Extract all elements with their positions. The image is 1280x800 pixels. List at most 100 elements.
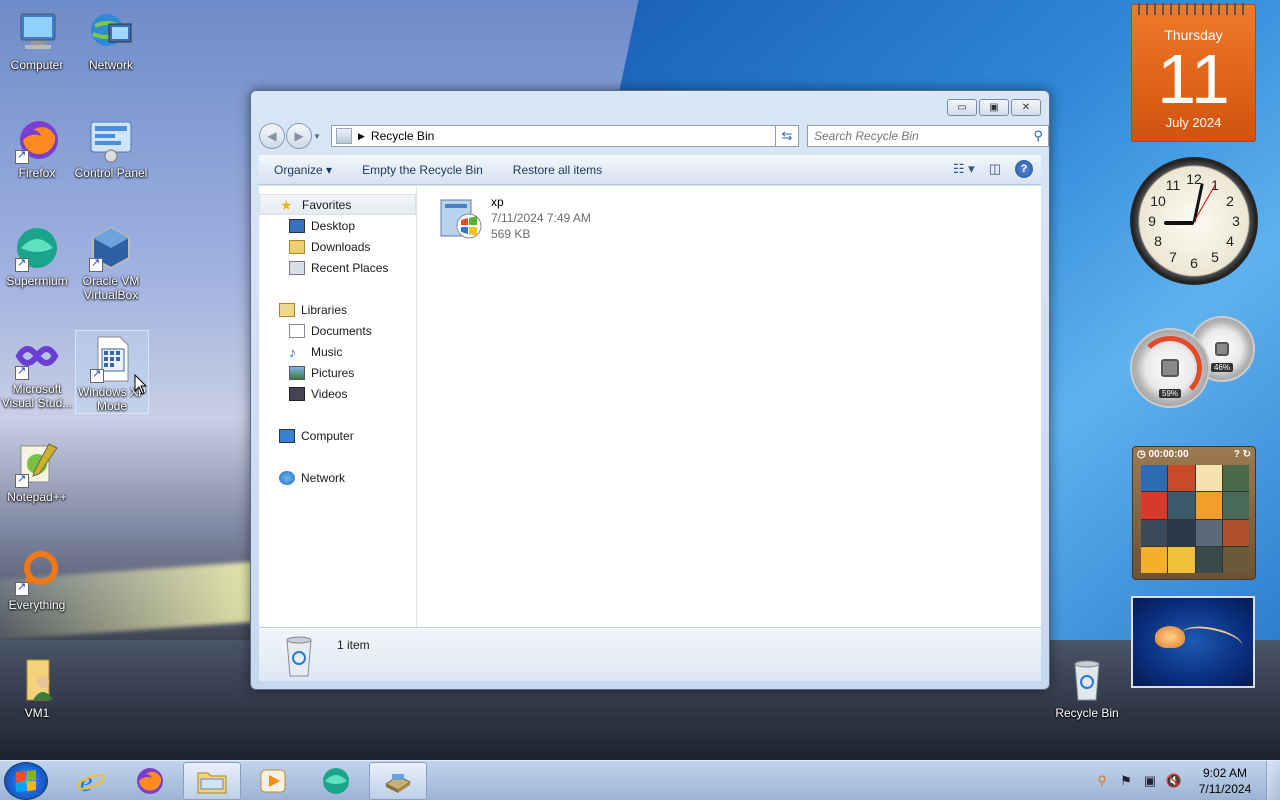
picture-puzzle-gadget[interactable]: ◷ 00:00:00 ? ↻ xyxy=(1132,446,1256,580)
nav-videos[interactable]: Videos xyxy=(259,383,416,404)
clock-numeral: 11 xyxy=(1165,177,1181,193)
firefox-icon xyxy=(137,768,163,794)
volume-muted-icon[interactable]: 🔇 xyxy=(1164,771,1184,791)
minimize-button[interactable]: ▭ xyxy=(947,99,977,116)
nav-recent-places[interactable]: Recent Places xyxy=(259,257,416,278)
breadcrumb-chevron-icon[interactable]: ▶ xyxy=(358,131,365,142)
preview-pane-icon[interactable]: ◫ xyxy=(989,161,1001,177)
refresh-icon: ⇆ xyxy=(781,128,793,143)
desktop-icon-firefox[interactable]: Firefox xyxy=(0,112,74,180)
clock-numeral: 7 xyxy=(1169,249,1177,265)
nav-computer[interactable]: Computer xyxy=(259,425,416,446)
desktop-icon-network[interactable]: Network xyxy=(74,4,148,72)
puzzle-tile[interactable] xyxy=(1141,492,1168,519)
nav-desktop[interactable]: Desktop xyxy=(259,215,416,236)
file-item-xp[interactable]: xp 7/11/2024 7:49 AM 569 KB xyxy=(437,194,591,242)
search-tray-icon[interactable]: ⚲ xyxy=(1092,771,1112,791)
desktop-icon-virtualbox[interactable]: Oracle VM VirtualBox xyxy=(74,220,148,302)
puzzle-tile[interactable] xyxy=(1141,546,1168,573)
desktop-icon-supermium[interactable]: Supermium xyxy=(0,220,74,288)
recent-places-icon xyxy=(289,260,305,275)
recycle-bin-window: ▭ ▣ ✕ ◀ ▶ ▼ ▶ Recycle Bin ▼ ⇆ ⚲ Organize… xyxy=(250,90,1050,690)
search-box: ⚲ xyxy=(807,125,1049,147)
back-button[interactable]: ◀ xyxy=(259,123,285,149)
desktop-icon-label: Network xyxy=(88,58,133,72)
close-button[interactable]: ✕ xyxy=(1011,99,1041,116)
puzzle-controls-icon[interactable]: ? ↻ xyxy=(1234,449,1251,460)
calendar-gadget[interactable]: Thursday 11 July 2024 xyxy=(1131,3,1256,142)
refresh-button[interactable]: ⇆ xyxy=(775,125,799,147)
back-arrow-icon: ◀ xyxy=(267,129,277,143)
nav-libraries[interactable]: Libraries xyxy=(259,299,416,320)
cpu-meter-gadget[interactable]: 59% xyxy=(1130,328,1210,408)
jellyfish-tentacles xyxy=(1179,621,1245,659)
nav-downloads[interactable]: Downloads xyxy=(259,236,416,257)
nav-favorites[interactable]: ★ Favorites xyxy=(259,194,416,215)
network-tray-icon[interactable]: ▣ xyxy=(1140,771,1160,791)
organize-button[interactable]: Organize ▾ xyxy=(259,163,347,177)
change-view-icon[interactable]: ☷ ▾ xyxy=(953,161,975,177)
taskbar-windows-xp-mode[interactable] xyxy=(369,762,427,800)
nav-network[interactable]: Network xyxy=(259,467,416,488)
slideshow-gadget[interactable] xyxy=(1131,596,1255,688)
puzzle-tile[interactable] xyxy=(1168,465,1195,492)
taskbar-internet-explorer[interactable]: e xyxy=(62,762,120,800)
action-center-flag-icon[interactable]: ⚑ xyxy=(1116,771,1136,791)
desktop-icon-computer[interactable]: Computer xyxy=(0,4,74,72)
puzzle-tile[interactable] xyxy=(1222,546,1249,573)
desktop-icon-everything[interactable]: Everything xyxy=(0,544,74,612)
desktop-icon-control-panel[interactable]: Control Panel xyxy=(74,112,148,180)
recent-pages-dropdown[interactable]: ▼ xyxy=(313,132,323,141)
nav-pictures[interactable]: Pictures xyxy=(259,362,416,383)
forward-button[interactable]: ▶ xyxy=(286,123,312,149)
empty-recycle-bin-button[interactable]: Empty the Recycle Bin xyxy=(347,163,498,177)
address-bar[interactable]: ▶ Recycle Bin ▼ xyxy=(331,125,795,147)
help-icon[interactable]: ? xyxy=(1015,160,1033,178)
nav-documents[interactable]: Documents xyxy=(259,320,416,341)
puzzle-tile[interactable] xyxy=(1168,492,1195,519)
visual-studio-icon xyxy=(13,332,61,380)
network-small-icon xyxy=(279,470,295,485)
puzzle-tile[interactable] xyxy=(1195,546,1222,573)
computer-small-icon xyxy=(279,428,295,443)
taskbar-clock[interactable]: 9:02 AM 7/11/2024 xyxy=(1190,765,1260,797)
taskbar-supermium[interactable] xyxy=(307,762,365,800)
taskbar-media-player[interactable] xyxy=(244,762,302,800)
nav-music[interactable]: ♪ Music xyxy=(259,341,416,362)
file-date: 7/11/2024 7:49 AM xyxy=(491,211,591,225)
search-input[interactable] xyxy=(814,129,1014,143)
start-button[interactable] xyxy=(4,762,48,800)
desktop-icon-notepad-plus-plus[interactable]: Notepad++ xyxy=(0,436,74,504)
desktop-icon-recycle-bin[interactable]: Recycle Bin xyxy=(1050,652,1124,720)
supermium-icon xyxy=(323,768,349,794)
desktop-icon-windows-xp-mode[interactable]: Windows XP Mode xyxy=(75,330,149,414)
maximize-button[interactable]: ▣ xyxy=(979,99,1009,116)
puzzle-tile[interactable] xyxy=(1168,519,1195,546)
details-pane: 1 item xyxy=(259,627,1041,681)
recycle-bin-icon xyxy=(1063,656,1111,704)
navigation-bar: ◀ ▶ ▼ ▶ Recycle Bin ▼ ⇆ ⚲ xyxy=(259,123,1049,149)
supermium-icon xyxy=(13,224,61,272)
desktop-icon-visual-studio[interactable]: Microsoft Visual Stud... xyxy=(0,328,74,410)
puzzle-tile[interactable] xyxy=(1195,492,1222,519)
navigation-pane: ★ Favorites Desktop Downloads Recent Plac… xyxy=(259,186,417,628)
taskbar-firefox[interactable] xyxy=(121,762,179,800)
show-desktop-button[interactable] xyxy=(1266,761,1280,800)
network-icon xyxy=(87,8,135,56)
search-icon[interactable]: ⚲ xyxy=(1033,128,1043,144)
restore-all-items-button[interactable]: Restore all items xyxy=(498,163,617,177)
puzzle-tile[interactable] xyxy=(1222,519,1249,546)
taskbar-windows-explorer[interactable] xyxy=(183,762,241,800)
forward-arrow-icon: ▶ xyxy=(294,129,304,143)
puzzle-tile[interactable] xyxy=(1168,546,1195,573)
puzzle-tile[interactable] xyxy=(1141,519,1168,546)
puzzle-tile[interactable] xyxy=(1222,492,1249,519)
desktop-icon-vm1[interactable]: VM1 xyxy=(0,652,74,720)
puzzle-tile[interactable] xyxy=(1195,465,1222,492)
puzzle-tile[interactable] xyxy=(1222,465,1249,492)
clock-gadget[interactable]: 12 1 2 3 4 5 6 7 8 9 10 11 xyxy=(1130,157,1258,285)
puzzle-tile[interactable] xyxy=(1141,465,1168,492)
puzzle-tile[interactable] xyxy=(1195,519,1222,546)
clock-numeral: 3 xyxy=(1232,213,1240,229)
cpu-chip-icon xyxy=(1161,359,1179,377)
